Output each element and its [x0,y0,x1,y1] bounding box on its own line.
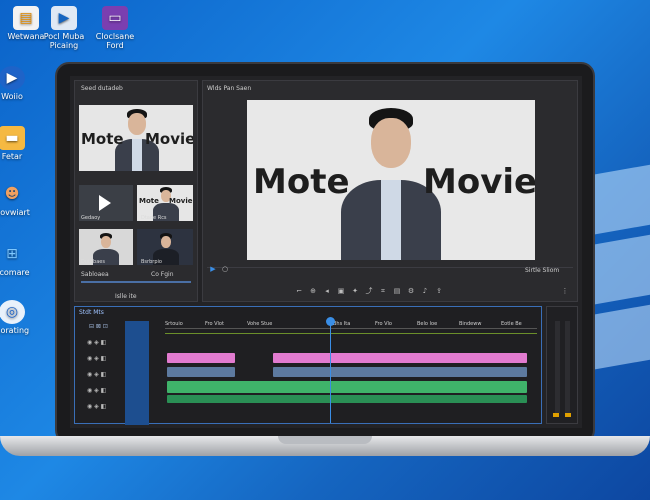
laptop-notch [278,436,372,444]
effects-icon[interactable]: ✦ [351,287,359,295]
ruler-label: Belo Ioe [417,321,438,327]
circle-icon[interactable]: ○ [221,265,229,273]
thumb-small-title-2: Movie [169,197,193,205]
ruler-label: Fro Vlo [375,321,392,327]
playhead-handle[interactable] [326,317,335,326]
track-a2-controls[interactable]: ◉ ◈ ◧ [87,403,106,410]
track-controls-row-1[interactable]: ⊟ ⊠ ⊡ [89,323,108,330]
image-icon[interactable]: ▤ [393,287,401,295]
thumb-title-left: Mote [81,130,124,148]
audio-meters-panel [546,306,578,424]
thumb-label-5: Bsrbrpio [141,259,162,265]
audio-meter-left [555,321,560,413]
ruler-label: Fro Vlot [205,321,224,327]
windows-wallpaper-logo [590,164,650,371]
windows-icon: ⊞ [6,245,18,262]
media-bin-controls: Islle ite [115,293,137,300]
track-v1-controls[interactable]: ◉ ◈ ◧ [87,371,106,378]
thumb-label-4: Dutobaes [81,259,105,265]
share-icon[interactable]: ⇪ [435,287,443,295]
preview-title-right: Movie [423,162,535,202]
ruler-label: Srtouio [165,321,183,327]
media-bin-footer-left: Sabloaea [81,271,109,278]
desktop-icon-fetar[interactable]: ▬ Fetar [0,126,38,161]
ruler-label: Vohe Stue [247,321,273,327]
media-scrubber[interactable] [81,281,191,283]
meter-indicator [553,413,559,417]
camera-icon[interactable]: ▣ [337,287,345,295]
desktop-icon-corating[interactable]: ◎ Corating [0,300,38,335]
program-monitor-panel: Wlds Pan Saen Mote Movie ▶ ○ Sirtle Slio… [202,80,578,302]
play-icon[interactable]: ▶ [209,265,217,273]
program-controls-right: Sirtle Sliom [525,267,560,274]
step-back-icon[interactable]: ◂ [323,287,331,295]
audio-clip[interactable] [167,381,527,393]
audio-icon[interactable]: ♪ [421,287,429,295]
play-icon [99,195,111,211]
thumb-title-right: Movie [145,130,193,148]
ruler-label: Eotle Be [501,321,522,327]
tv-app-icon: ▭ [102,6,128,30]
desktop-icon-dovwiart[interactable]: ☻ Dovwiart [0,182,38,218]
track-v3-controls[interactable]: ◉ ◈ ◧ [87,339,106,346]
timeline-title: Stdt Mts [79,309,104,316]
marker-icon[interactable]: ⌐ [295,287,303,295]
desktop-icon-scomare[interactable]: ⊞ Scomare [0,242,38,278]
settings-circle-icon: ◎ [0,300,25,324]
thumb-label-2: Gedaoy [81,215,101,221]
track-v2-controls[interactable]: ◉ ◈ ◧ [87,355,106,362]
title-clip[interactable] [167,353,235,363]
media-bin-footer-right: Co Fgin [151,271,174,278]
more-icon[interactable]: ⋮ [561,287,569,295]
playhead[interactable] [330,319,331,423]
track-selection-highlight [125,321,149,425]
track-a1-controls[interactable]: ◉ ◈ ◧ [87,387,106,394]
zoom-icon[interactable]: ⊕ [309,287,317,295]
thumb-small-title: Mote [139,197,159,205]
video-file-icon: ▶ [51,6,77,30]
ruler-label: Bhs Ita [333,321,351,327]
video-clip[interactable] [167,367,235,377]
media-thumbnail-main[interactable]: Mote Movie [79,105,193,171]
export-icon[interactable]: ⤴ [365,287,373,295]
media-bin-panel: Seed dutadeb Mote Movie Gedaoy Mote Movi… [74,80,198,302]
desktop-icon-cloclsane[interactable]: ▭ Cloclsane Ford [89,6,141,50]
audio-meter-right [565,321,570,413]
track-headers: ⊟ ⊠ ⊡ ◉ ◈ ◧ ◉ ◈ ◧ ◉ ◈ ◧ ◉ ◈ ◧ ◉ ◈ ◧ [75,321,165,421]
timeline-ruler[interactable]: Srtouio Fro Vlot Vohe Stue Bhs Ita Fro V… [165,321,537,329]
audio-clip[interactable] [167,395,527,403]
desktop-icon-pocl-muba[interactable]: ▶ Pocl Muba Picaing [38,6,90,50]
video-clip[interactable] [273,367,527,377]
title-clip[interactable] [273,353,527,363]
crop-icon[interactable]: ⌗ [379,287,387,295]
thumb-label-3: Dtade Rcs [141,215,167,221]
media-bin-title: Seed dutadeb [81,85,123,92]
work-area-bar[interactable] [165,333,537,334]
document-icon: ▤ [13,6,39,30]
video-editor-window: Seed dutadeb Mote Movie Gedaoy Mote Movi… [70,76,582,428]
timeline-panel: Stdt Mts ⊟ ⊠ ⊡ ◉ ◈ ◧ ◉ ◈ ◧ ◉ ◈ ◧ ◉ ◈ ◧ ◉… [74,306,542,425]
play-circle-icon: ▶ [0,66,25,90]
desktop-icon-woiio[interactable]: ▶ Woiio [0,66,38,101]
program-monitor-title: Wlds Pan Saen [207,85,252,92]
folder-icon: ▬ [0,126,25,150]
users-icon: ☻ [4,185,20,202]
program-scrubber[interactable] [207,267,573,268]
preview-title-left: Mote [253,162,350,202]
program-preview[interactable]: Mote Movie [247,100,535,260]
meter-indicator [565,413,571,417]
settings-icon[interactable]: ⚙ [407,287,415,295]
ruler-label: Bindeww [459,321,482,327]
